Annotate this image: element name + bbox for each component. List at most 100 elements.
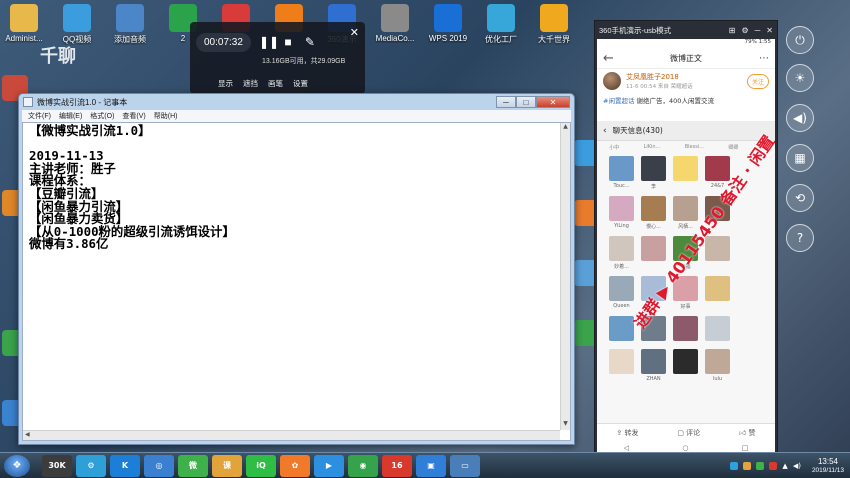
comment-button[interactable]: ▢ 评论	[677, 428, 700, 438]
menu-format[interactable]: 格式(O)	[90, 111, 114, 121]
member-cell[interactable]	[641, 316, 666, 343]
help-icon[interactable]: ?	[786, 224, 814, 252]
vertical-scrollbar[interactable]: ▲ ▼	[560, 123, 570, 430]
taskbar-app[interactable]: 16	[382, 454, 412, 477]
nav-back-icon[interactable]: ◁	[624, 444, 629, 452]
volume-tray-icon[interactable]: ◀)	[793, 462, 801, 470]
member-cell[interactable]: Queen	[609, 276, 634, 310]
member-cell[interactable]: lulu	[705, 349, 730, 382]
taskbar-app[interactable]: 30K	[42, 454, 72, 477]
member-cell[interactable]	[641, 276, 666, 310]
desktop-icon[interactable]: 添加音频	[108, 4, 152, 45]
notepad-text[interactable]: 【微博实战引流1.0】 2019-11-13 主讲老师：胜子 课程体系： 【豆瓣引流】【…	[29, 124, 556, 428]
clock[interactable]: 13:54 2019/11/13	[812, 457, 844, 475]
tray-icon-1[interactable]	[730, 461, 739, 470]
taskbar-app[interactable]: iQ	[246, 454, 276, 477]
member-cell[interactable]	[705, 316, 730, 343]
volume-icon[interactable]: ◀)	[786, 104, 814, 132]
close-icon[interactable]: ✕	[350, 26, 359, 39]
tray-icon-4[interactable]	[769, 461, 778, 470]
scroll-up-icon[interactable]: ▲	[561, 123, 570, 133]
taskbar-app[interactable]: K	[110, 454, 140, 477]
member-cell[interactable]	[609, 349, 634, 382]
desktop-icon[interactable]: MediaCo...	[373, 4, 417, 43]
member-cell[interactable]	[705, 236, 730, 270]
member-cell[interactable]: 慢心...	[641, 196, 666, 230]
horizontal-scrollbar[interactable]: ◀	[23, 430, 560, 440]
desktop-icon[interactable]: WPS 2019	[426, 4, 470, 43]
desktop-icon[interactable]: 优化工厂	[479, 4, 523, 45]
phone-screen[interactable]: 79% 1:55 ← 微博正文 ⋯ 艾凤凰胜子2018 11-6 00:54 来…	[597, 39, 775, 455]
desktop-icon[interactable]: 大千世界	[532, 4, 576, 45]
recorder-action-mask[interactable]: 遮挡	[243, 78, 258, 89]
member-cell[interactable]: YiLing	[609, 196, 634, 230]
start-button[interactable]: ❖	[4, 454, 30, 477]
member-cell[interactable]: 风栖...	[673, 196, 698, 230]
member-cell[interactable]: 24&7	[705, 156, 730, 190]
recorder-action-show[interactable]: 显示	[218, 78, 233, 89]
taskbar-app[interactable]: 课	[212, 454, 242, 477]
taskbar-app[interactable]: ◎	[144, 454, 174, 477]
brightness-icon[interactable]: ☀	[786, 64, 814, 92]
member-cell[interactable]	[705, 276, 730, 310]
close-icon[interactable]: ✕	[766, 26, 773, 35]
pin-icon[interactable]: ⊞	[729, 26, 736, 35]
menu-file[interactable]: 文件(F)	[28, 111, 51, 121]
taskbar-app[interactable]: ▣	[416, 454, 446, 477]
member-cell[interactable]: 李	[641, 156, 666, 190]
member-cell[interactable]: ZHAN	[641, 349, 666, 382]
member-cell[interactable]	[673, 349, 698, 382]
member-cell[interactable]	[673, 316, 698, 343]
taskbar-app[interactable]: 微	[178, 454, 208, 477]
post-tag[interactable]: #闲置超话	[603, 97, 634, 105]
avatar[interactable]	[603, 72, 621, 90]
scroll-left-icon[interactable]: ◀	[23, 431, 30, 438]
member-cell[interactable]: 妙着...	[609, 236, 634, 270]
maximize-button[interactable]: □	[516, 96, 536, 108]
rotate-icon[interactable]: ⟲	[786, 184, 814, 212]
pause-icon[interactable]: ❚❚	[259, 35, 279, 49]
menu-help[interactable]: 帮助(H)	[154, 111, 178, 121]
like-button[interactable]: 👍︎ 赞	[739, 428, 756, 438]
taskbar-app[interactable]: ▭	[450, 454, 480, 477]
chat-back-icon[interactable]: ‹	[603, 126, 607, 136]
nav-recent-icon[interactable]: □	[742, 444, 749, 452]
member-cell[interactable]	[609, 316, 634, 343]
settings-icon[interactable]: ⚙	[741, 26, 748, 35]
stop-icon[interactable]: ■	[281, 35, 295, 49]
back-arrow-icon[interactable]: ←	[603, 51, 623, 66]
taskbar-app[interactable]: ▶	[314, 454, 344, 477]
taskbar-app[interactable]: ✿	[280, 454, 310, 477]
member-cell[interactable]	[705, 196, 730, 230]
power-icon[interactable]: ⏻	[786, 26, 814, 54]
member-cell[interactable]: 幸福	[673, 236, 698, 270]
pen-icon[interactable]: ✎	[303, 35, 317, 49]
phone-window-titlebar[interactable]: 360手机演示-usb模式 ⊞ ⚙ ─ ✕	[595, 21, 777, 39]
more-icon[interactable]: ⋯	[749, 53, 769, 64]
follow-button[interactable]: 关注	[746, 73, 769, 89]
member-cell[interactable]	[673, 156, 698, 190]
tray-icon-3[interactable]	[756, 461, 765, 470]
recorder-action-settings[interactable]: 设置	[293, 78, 308, 89]
notepad-titlebar[interactable]: 微博实战引流1.0 - 记事本 ─ □ ✕	[19, 94, 574, 110]
scroll-down-icon[interactable]: ▼	[561, 420, 570, 430]
taskbar-app[interactable]: ⚙	[76, 454, 106, 477]
notepad-editor[interactable]: 【微博实战引流1.0】 2019-11-13 主讲老师：胜子 课程体系： 【豆瓣引流】【…	[22, 122, 571, 441]
desktop-icon[interactable]: QQ视频	[55, 4, 99, 45]
post-author-name[interactable]: 艾凤凰胜子2018	[626, 72, 693, 82]
nav-home-icon[interactable]: ○	[682, 444, 688, 452]
menu-edit[interactable]: 编辑(E)	[59, 111, 82, 121]
network-icon[interactable]: ▲	[782, 462, 787, 470]
close-button[interactable]: ✕	[536, 96, 570, 108]
desktop-icon[interactable]: Administ...	[2, 4, 46, 43]
minimize-icon[interactable]: ─	[755, 26, 761, 35]
member-cell[interactable]: 好事	[673, 276, 698, 310]
taskbar-app[interactable]: ◉	[348, 454, 378, 477]
member-cell[interactable]	[641, 236, 666, 270]
member-cell[interactable]: Touc...	[609, 156, 634, 190]
menu-view[interactable]: 查看(V)	[122, 111, 145, 121]
screenshot-icon[interactable]: ▦	[786, 144, 814, 172]
recorder-action-pen[interactable]: 画笔	[268, 78, 283, 89]
tray-icon-2[interactable]	[743, 461, 752, 470]
repost-button[interactable]: ⇪ 转发	[616, 428, 638, 438]
